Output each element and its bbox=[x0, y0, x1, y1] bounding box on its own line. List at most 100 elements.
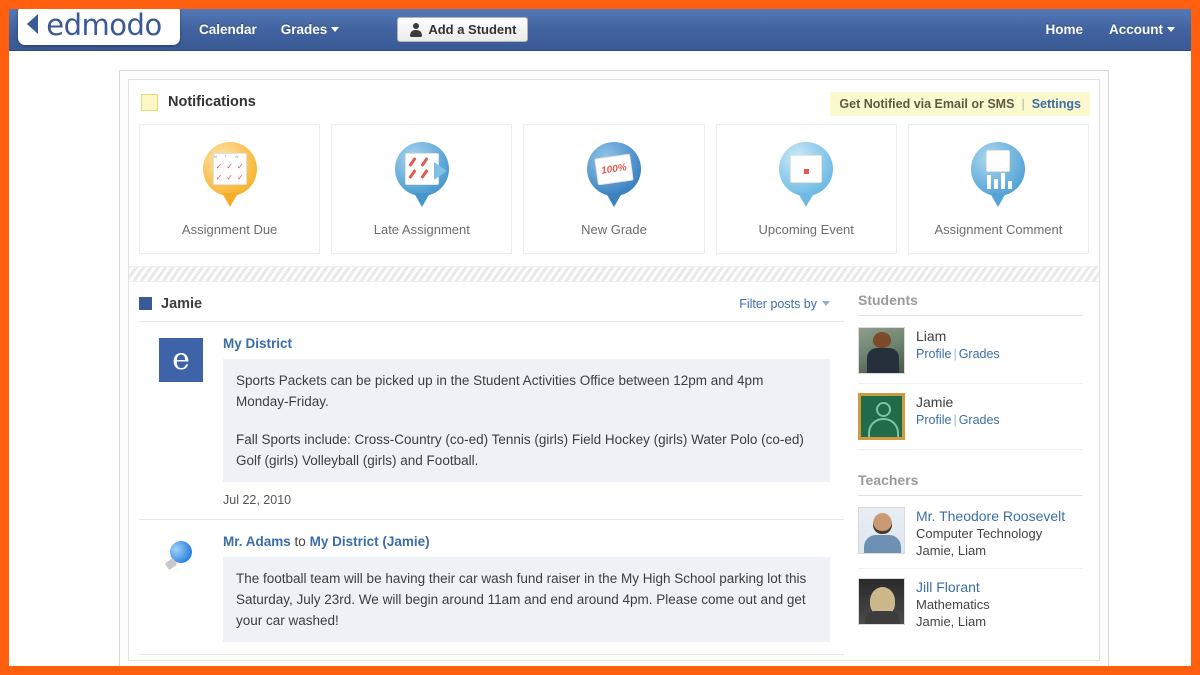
browser-content-frame: edmodo Calendar Grades Add a Student Hom… bbox=[9, 9, 1191, 666]
lightbulb-icon bbox=[159, 536, 203, 580]
get-notified-text: Get Notified via Email or SMS bbox=[839, 97, 1015, 111]
post-text: Sports Packets can be picked up in the S… bbox=[223, 359, 830, 482]
teachers-heading: Teachers bbox=[858, 472, 1083, 496]
student-profile-link[interactable]: Profile bbox=[916, 413, 951, 427]
right-sidebar: Students Liam Profile | Grades Jamie Pro… bbox=[844, 282, 1097, 655]
nav-link-grades-label: Grades bbox=[280, 22, 328, 37]
notification-card-assignment-due[interactable]: MTW ✓ ✓ ✓ ✓ ✓ ✓ Assignment Due bbox=[139, 124, 321, 254]
post-author-line: Mr. Adams to My District (Jamie) bbox=[223, 534, 830, 549]
notifications-header: Notifications Get Notified via Email or … bbox=[129, 80, 1099, 124]
students-heading: Students bbox=[858, 292, 1083, 316]
student-placeholder-jamie[interactable] bbox=[858, 393, 905, 440]
feed-header: Jamie Filter posts by bbox=[139, 282, 844, 322]
nav-right-group: Home Account bbox=[1045, 22, 1175, 37]
teacher-row-roosevelt: Mr. Theodore Roosevelt Computer Technolo… bbox=[858, 498, 1083, 569]
calendar-check-pin-icon: MTW ✓ ✓ ✓ ✓ ✓ ✓ bbox=[199, 141, 261, 212]
chevron-left-icon bbox=[27, 14, 38, 34]
top-navigation-bar: edmodo Calendar Grades Add a Student Hom… bbox=[9, 9, 1191, 51]
student-links: Profile | Grades bbox=[916, 411, 1000, 429]
logo-text: edmodo bbox=[46, 9, 162, 42]
notification-card-assignment-comment[interactable]: Assignment Comment bbox=[907, 124, 1090, 254]
notification-card-label: Assignment Comment bbox=[934, 221, 1063, 237]
notification-card-label: Upcoming Event bbox=[758, 221, 854, 237]
notifications-color-swatch bbox=[141, 93, 158, 111]
post-feed-column: Jamie Filter posts by e My District Spor… bbox=[129, 282, 844, 655]
post-target-link[interactable]: My District (Jamie) bbox=[310, 534, 430, 549]
post-author-line: My District bbox=[223, 336, 830, 351]
chevron-down-icon bbox=[331, 27, 340, 32]
add-student-label: Add a Student bbox=[428, 22, 517, 37]
separator: | bbox=[1021, 97, 1025, 111]
student-grades-link[interactable]: Grades bbox=[959, 347, 1000, 361]
student-profile-link[interactable]: Profile bbox=[916, 347, 951, 361]
add-student-button[interactable]: Add a Student bbox=[397, 17, 529, 42]
post-avatar[interactable] bbox=[139, 534, 223, 642]
student-info: Jamie Profile | Grades bbox=[916, 393, 1000, 440]
teacher-students: Jamie, Liam bbox=[916, 543, 987, 558]
nav-link-calendar[interactable]: Calendar bbox=[199, 22, 257, 37]
notification-card-upcoming-event[interactable]: Upcoming Event bbox=[715, 124, 897, 254]
teacher-photo-florant[interactable] bbox=[858, 578, 905, 625]
teacher-row-florant: Jill Florant Mathematics Jamie, Liam bbox=[858, 569, 1083, 639]
nav-left-group: Calendar Grades Add a Student bbox=[199, 17, 529, 42]
filter-posts-dropdown[interactable]: Filter posts by bbox=[739, 297, 830, 311]
student-row-liam: Liam Profile | Grades bbox=[858, 318, 1083, 384]
notification-card-label: New Grade bbox=[581, 221, 647, 237]
post-item: e My District Sports Packets can be pick… bbox=[139, 322, 844, 520]
notification-cards-row: MTW ✓ ✓ ✓ ✓ ✓ ✓ Assignment Due Late Assi… bbox=[129, 124, 1099, 264]
section-divider bbox=[129, 266, 1099, 282]
post-date: Jul 22, 2010 bbox=[223, 493, 292, 507]
post-avatar[interactable]: e bbox=[139, 336, 223, 507]
edmodo-e-badge-icon: e bbox=[159, 338, 203, 382]
main-panel-outer: Notifications Get Notified via Email or … bbox=[119, 70, 1109, 666]
post-text: The football team will be having their c… bbox=[223, 557, 830, 642]
assignment-comment-pin-icon bbox=[967, 141, 1029, 212]
chevron-down-icon bbox=[822, 301, 830, 306]
post-author-link[interactable]: Mr. Adams bbox=[223, 534, 291, 549]
late-assignment-pin-icon bbox=[391, 141, 453, 212]
teacher-name[interactable]: Jill Florant bbox=[916, 579, 990, 596]
teacher-info: Mr. Theodore Roosevelt Computer Technolo… bbox=[916, 507, 1065, 559]
lower-content: Jamie Filter posts by e My District Spor… bbox=[129, 282, 1099, 655]
student-grades-link[interactable]: Grades bbox=[959, 413, 1000, 427]
nav-link-account[interactable]: Account bbox=[1109, 22, 1175, 37]
notification-card-new-grade[interactable]: 100% New Grade bbox=[523, 124, 705, 254]
chevron-down-icon bbox=[1167, 27, 1175, 32]
grade-100-percent-pin-icon: 100% bbox=[583, 141, 645, 212]
main-panel-inner: Notifications Get Notified via Email or … bbox=[128, 79, 1100, 661]
calendar-event-pin-icon bbox=[775, 141, 837, 212]
nav-link-grades[interactable]: Grades bbox=[281, 22, 340, 37]
post-paragraph: Fall Sports include: Cross-Country (co-e… bbox=[236, 432, 804, 468]
post-paragraph: The football team will be having their c… bbox=[236, 571, 807, 628]
notifications-title: Notifications bbox=[168, 94, 256, 110]
teacher-subject: Mathematics bbox=[916, 597, 990, 612]
get-notified-banner: Get Notified via Email or SMS | Settings bbox=[830, 92, 1090, 116]
teacher-photo-roosevelt[interactable] bbox=[858, 507, 905, 554]
teacher-info: Jill Florant Mathematics Jamie, Liam bbox=[916, 578, 990, 630]
teacher-name[interactable]: Mr. Theodore Roosevelt bbox=[916, 508, 1065, 525]
filter-posts-label: Filter posts by bbox=[739, 296, 817, 311]
post-author-link[interactable]: My District bbox=[223, 336, 292, 351]
notification-card-label: Assignment Due bbox=[181, 221, 278, 237]
student-photo-liam[interactable] bbox=[858, 327, 905, 374]
feed-child-name: Jamie bbox=[161, 295, 203, 312]
post-body: Mr. Adams to My District (Jamie) The foo… bbox=[223, 534, 844, 642]
person-icon bbox=[409, 22, 423, 37]
student-name: Liam bbox=[916, 328, 947, 344]
post-paragraph: Sports Packets can be picked up in the S… bbox=[236, 373, 764, 409]
notification-card-label: Late Assignment bbox=[373, 221, 470, 237]
nav-link-home[interactable]: Home bbox=[1045, 22, 1083, 37]
notification-card-late-assignment[interactable]: Late Assignment bbox=[331, 124, 513, 254]
teacher-subject: Computer Technology bbox=[916, 526, 1043, 541]
notification-settings-link[interactable]: Settings bbox=[1032, 97, 1081, 111]
student-links: Profile | Grades bbox=[916, 345, 1000, 363]
student-row-jamie: Jamie Profile | Grades bbox=[858, 384, 1083, 450]
edmodo-logo[interactable]: edmodo bbox=[18, 9, 180, 45]
post-body: My District Sports Packets can be picked… bbox=[223, 336, 844, 507]
post-item: Mr. Adams to My District (Jamie) The foo… bbox=[139, 520, 844, 655]
separator: | bbox=[953, 347, 957, 361]
child-color-swatch bbox=[139, 297, 152, 310]
separator: | bbox=[953, 413, 957, 427]
student-name: Jamie bbox=[916, 394, 954, 410]
post-author-suffix: to bbox=[294, 534, 306, 549]
